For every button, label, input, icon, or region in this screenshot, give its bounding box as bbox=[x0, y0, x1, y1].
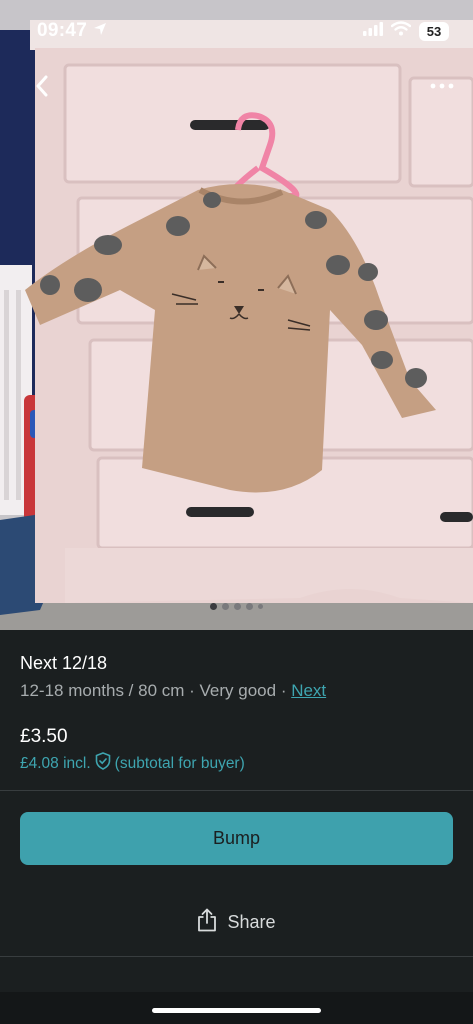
photo-pagination bbox=[0, 600, 473, 612]
item-detail-screen: 09:47 53 Next 12/18 12-18 months / 80 cm… bbox=[0, 0, 473, 1024]
brand-link[interactable]: Next bbox=[291, 681, 326, 700]
item-condition: Very good bbox=[199, 681, 277, 700]
divider bbox=[0, 956, 473, 957]
item-meta: 12-18 months / 80 cm · Very good · Next bbox=[20, 681, 326, 701]
item-photo[interactable] bbox=[0, 0, 473, 630]
pagination-dot[interactable] bbox=[258, 603, 263, 609]
pagination-dot[interactable] bbox=[234, 602, 241, 610]
share-icon bbox=[197, 908, 217, 937]
back-button[interactable] bbox=[24, 70, 60, 106]
wifi-icon bbox=[390, 21, 412, 41]
pagination-dot[interactable] bbox=[246, 602, 253, 610]
meta-separator: · bbox=[184, 681, 200, 700]
item-title: Next 12/18 bbox=[20, 653, 108, 673]
home-indicator[interactable] bbox=[152, 1008, 321, 1013]
cellular-signal-icon bbox=[363, 21, 383, 41]
item-price: £3.50 bbox=[20, 726, 68, 747]
item-size: 12-18 months / 80 cm bbox=[20, 681, 185, 700]
shield-check-icon bbox=[95, 752, 111, 775]
photo-illustration bbox=[0, 0, 473, 630]
buyer-protection-price[interactable]: £4.08 incl. (subtotal for buyer) bbox=[20, 752, 245, 775]
pagination-dot[interactable] bbox=[210, 602, 217, 610]
bump-button[interactable]: Bump bbox=[20, 812, 453, 865]
chevron-left-icon bbox=[35, 75, 49, 102]
status-bar: 09:47 53 bbox=[0, 0, 473, 62]
more-dots-icon bbox=[430, 76, 454, 94]
share-label: Share bbox=[227, 911, 276, 932]
price-incl-value: £4.08 incl. bbox=[20, 754, 91, 772]
battery-indicator: 53 bbox=[419, 21, 449, 41]
price-incl-note: (subtotal for buyer) bbox=[114, 754, 245, 772]
more-options-button[interactable] bbox=[427, 74, 457, 96]
status-indicators: 53 bbox=[363, 21, 449, 41]
share-button[interactable]: Share bbox=[0, 900, 473, 944]
pagination-dot[interactable] bbox=[222, 602, 229, 610]
divider bbox=[0, 790, 473, 791]
location-arrow-icon bbox=[93, 20, 107, 42]
status-time-group: 09:47 bbox=[37, 20, 107, 42]
meta-separator: · bbox=[276, 681, 292, 700]
status-time: 09:47 bbox=[37, 20, 88, 41]
